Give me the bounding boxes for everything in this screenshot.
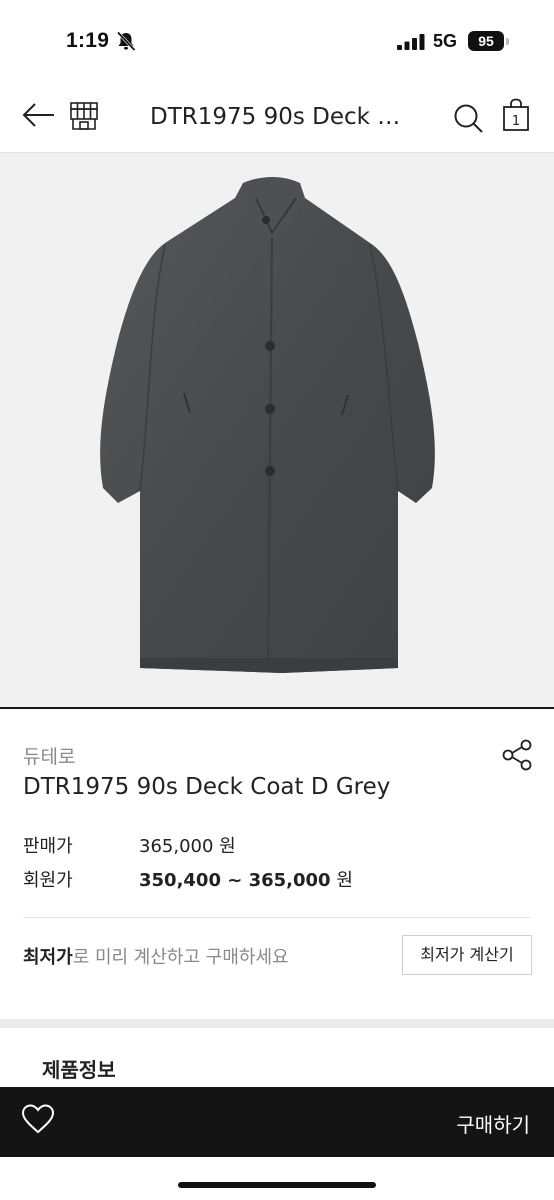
sale-price-label: 판매가	[23, 836, 73, 857]
member-price-unit: 원	[336, 870, 353, 891]
battery-tip	[506, 38, 509, 45]
sale-price-value: 365,000 원	[139, 832, 236, 858]
status-time: 1:19	[66, 29, 110, 52]
product-title: DTR1975 90s Deck Coat D Grey	[23, 774, 391, 800]
signal-icon	[397, 34, 425, 50]
sale-price-amount: 365,000	[139, 836, 214, 857]
search-icon[interactable]	[452, 102, 484, 134]
product-info-title[interactable]: 제품정보	[42, 1054, 116, 1083]
heart-icon[interactable]	[21, 1103, 55, 1135]
lowest-price-calculator-button[interactable]: 최저가 계산기	[402, 935, 532, 975]
lowest-price-highlight: 최저가	[23, 947, 73, 968]
network-type: 5G	[433, 31, 458, 51]
store-icon[interactable]	[68, 100, 100, 132]
shopping-bag-icon[interactable]: 1	[502, 98, 530, 132]
share-icon[interactable]	[500, 738, 534, 772]
member-price-label: 회원가	[23, 870, 73, 891]
member-price-amount: 350,400 ~ 365,000	[139, 870, 331, 891]
nav-bar: DTR1975 90s Deck Coat D Grey 1	[0, 84, 554, 153]
product-image[interactable]	[0, 153, 554, 707]
lowest-price-text: 최저가로 미리 계산하고 구매하세요	[23, 943, 289, 969]
buy-button[interactable]: 구매하기	[456, 1109, 530, 1138]
battery-level: 95	[468, 31, 504, 51]
section-separator	[0, 1019, 554, 1028]
status-bar: 1:19 5G 95	[0, 0, 554, 84]
info-divider	[23, 917, 531, 918]
home-indicator	[178, 1182, 376, 1188]
sale-price-unit: 원	[219, 836, 236, 857]
brand-name[interactable]: 듀테로	[23, 742, 75, 769]
bottom-action-bar: 구매하기	[0, 1087, 554, 1157]
image-divider	[0, 707, 554, 709]
cart-count: 1	[512, 114, 520, 129]
lowest-price-rest: 로 미리 계산하고 구매하세요	[72, 947, 289, 968]
back-arrow-icon[interactable]	[21, 100, 57, 130]
coat-illustration	[100, 177, 435, 673]
bell-muted-icon	[116, 31, 136, 52]
nav-title: DTR1975 90s Deck Coat D Grey	[150, 104, 404, 130]
member-price-value: 350,400 ~ 365,000 원	[139, 866, 353, 892]
